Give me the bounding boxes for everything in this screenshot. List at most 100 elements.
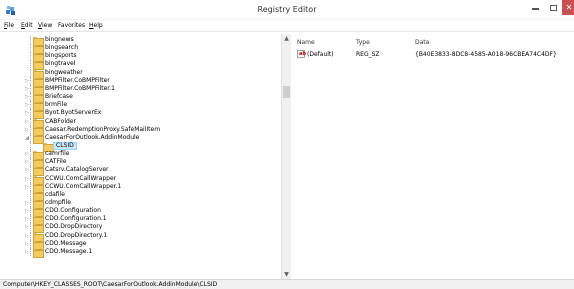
scroll-up-icon[interactable]: ▲ [282,34,291,43]
tree-item[interactable]: ▷ BMPFilter.CoBMPFilter.1 [0,84,275,95]
list-item[interactable]: ab (Default) REG_SZ {B40E3833-8DC8-4585-… [293,50,574,59]
expand-icon[interactable]: ▷ [24,215,30,223]
folder-icon [33,37,44,46]
value-type: REG_SZ [356,51,380,58]
expand-icon[interactable]: ▷ [24,232,30,240]
expand-icon[interactable]: ▷ [24,77,30,85]
tree-item[interactable]: ▷ BMPFilter.CoBMPFilter [0,76,275,87]
tree-item[interactable]: bingsearch [0,44,275,55]
tree-item[interactable]: cdafile [0,190,275,201]
string-value-icon-glyph: ab [299,51,306,57]
menu-help-rest: elp [93,22,103,29]
tree-item-label: brmFile [45,101,68,109]
tree-guide-line [30,182,31,191]
tree-item[interactable]: ▷ CDO.DropDirectory [0,223,275,234]
menu-view-rest: iew [41,22,53,29]
expand-icon[interactable]: ▷ [24,248,30,256]
expand-icon[interactable]: ▷ [24,109,30,117]
tree-item[interactable]: ▷ CDO.Message.1 [0,247,275,258]
tree-item[interactable]: ▷ CDO.Message [0,239,275,250]
expand-icon[interactable]: ▷ [24,175,30,183]
tree-item[interactable]: CLSID [0,141,275,152]
folder-icon [33,159,44,169]
value-data: {B40E3833-8DC8-4585-A018-96CBEA74C4DF} [415,51,557,58]
scroll-down-icon[interactable]: ▼ [282,270,291,279]
tree-scrollbar[interactable]: ▲ ▼ [282,34,291,279]
expand-icon[interactable]: ▷ [24,207,30,215]
menu-help[interactable]: Help [89,22,103,29]
tree-item-label: BMPFilter.CoBMPFilter.1 [45,84,115,92]
column-header-name[interactable]: Name [297,39,315,46]
expand-icon[interactable]: ▷ [24,101,30,109]
tree-item[interactable]: ▷ Briefcase [0,93,275,104]
folder-icon [33,248,44,258]
tree-guide-line [30,101,31,110]
tree-item[interactable]: ◢ CaesarForOutlook.AddinModule [0,133,275,144]
column-header-data[interactable]: Data [415,39,429,46]
maximize-button[interactable] [544,0,562,15]
tree-item[interactable]: ▷ CCWU.ComCallWrapper.1 [0,182,275,193]
tree-item[interactable]: ▷ Caesar.RedemptionProxy.SafeMailItem [0,125,275,136]
expand-icon[interactable]: ▷ [24,199,30,207]
tree-item[interactable]: ▷ CCWU.ComCallWrapper [0,174,275,185]
values-list[interactable]: Name Type Data ab (Default) REG_SZ {B40E… [293,34,574,279]
status-bar: Computer\HKEY_CLASSES_ROOT\CaesarForOutl… [0,279,574,289]
status-path: Computer\HKEY_CLASSES_ROOT\CaesarForOutl… [3,281,218,288]
tree-guide-line [30,68,31,77]
tree-item[interactable]: ▷ CABFolder [0,117,275,128]
folder-icon [43,142,54,152]
column-header-type[interactable]: Type [356,39,370,46]
expand-icon[interactable]: ▷ [24,85,30,93]
tree-item-label: CCWU.ComCallWrapper [45,174,117,182]
tree-item-label: CDO.Message [45,239,87,247]
tree-guide-line [30,215,31,224]
expand-icon[interactable]: ▷ [24,166,30,174]
tree-item-label: CaesarForOutlook.AddinModule [45,133,140,141]
close-button[interactable]: ✕ [562,0,574,15]
tree-item-label: CDO.Configuration.1 [45,215,107,223]
value-name: (Default) [307,51,334,58]
tree-item[interactable]: bingnews [0,36,275,46]
expand-icon[interactable]: ▷ [24,183,30,191]
folder-icon [33,167,44,177]
menu-favorites-label: Favorites [58,22,86,29]
maximize-icon [549,4,557,11]
tree-item[interactable]: bingtravel [0,60,275,71]
tree-guide-line [30,207,31,216]
tree-item[interactable]: ▷ CDO.Configuration [0,207,275,218]
tree-guide-line [30,52,31,61]
menu-view[interactable]: View [38,22,52,29]
tree-item[interactable]: bingsports [0,52,275,63]
expand-icon[interactable]: ▷ [24,93,30,101]
registry-key-tree[interactable]: bingnews bingsearch bingsports bingtravel bi… [0,34,282,279]
expand-icon[interactable]: ▷ [24,150,30,158]
tree-item[interactable]: ▷ brmFile [0,101,275,112]
tree-item[interactable]: ▷ CATFile [0,158,275,169]
collapse-icon[interactable]: ◢ [24,134,30,142]
tree-item-label: CDO.Configuration [45,207,101,215]
tree-item[interactable]: ▷ cdmpfile [0,199,275,209]
expand-icon[interactable]: ▷ [24,223,30,231]
scroll-thumb[interactable] [283,86,290,98]
tree-guide-line [30,150,31,159]
expand-icon[interactable]: ▷ [24,118,30,126]
tree-item[interactable]: ▷ Byot.ByotServerEx [0,109,275,120]
minimize-button[interactable] [526,0,544,15]
expand-icon[interactable]: ▷ [24,126,30,134]
tree-item[interactable]: bingweather [0,68,275,79]
tree-item[interactable]: ▷ Catsrv.CatalogServer [0,166,275,177]
folder-icon [33,53,44,63]
tree-item[interactable]: ▷ camrfile [0,150,275,161]
tree-guide-line [30,247,31,256]
menu-edit[interactable]: Edit [21,22,33,29]
menu-favorites[interactable]: Favorites [58,22,85,29]
menu-file[interactable]: File [4,22,14,29]
expand-icon[interactable]: ▷ [24,158,30,166]
expand-icon[interactable]: ▷ [24,240,30,248]
tree-item[interactable]: ▷ CDO.Configuration.1 [0,215,275,226]
folder-icon [33,69,44,79]
minimize-icon [531,7,539,10]
folder-icon [33,118,44,128]
tree-item[interactable]: ▷ CDO.DropDirectory.1 [0,231,275,242]
folder-icon [33,45,44,55]
